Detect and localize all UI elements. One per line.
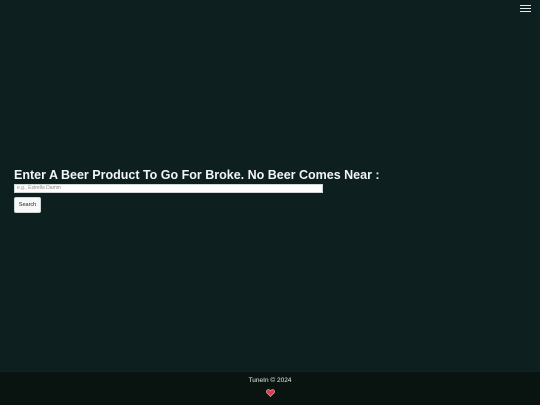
footer: TuneIn © 2024 bbox=[0, 371, 540, 405]
search-section: Enter A Beer Product To Go For Broke. No… bbox=[14, 168, 380, 213]
search-button[interactable]: Search bbox=[14, 197, 41, 213]
search-prompt: Enter A Beer Product To Go For Broke. No… bbox=[14, 168, 380, 182]
menu-bar bbox=[520, 8, 531, 9]
heart-icon bbox=[265, 389, 275, 397]
hamburger-menu-icon[interactable] bbox=[519, 3, 533, 15]
search-input[interactable] bbox=[14, 184, 323, 193]
menu-bar bbox=[520, 5, 531, 6]
menu-bar bbox=[520, 11, 531, 12]
copyright-text: TuneIn © 2024 bbox=[248, 377, 292, 384]
page: Enter A Beer Product To Go For Broke. No… bbox=[0, 0, 540, 405]
